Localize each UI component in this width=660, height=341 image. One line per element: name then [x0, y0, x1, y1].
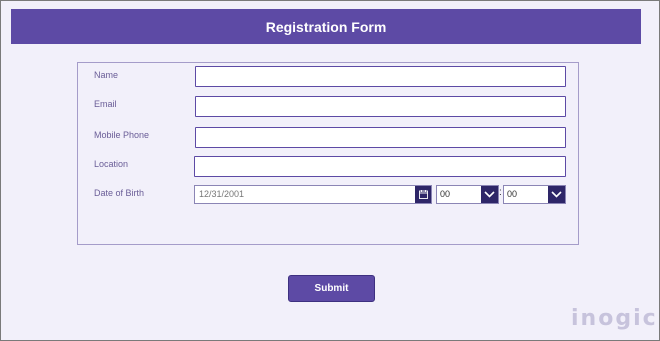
hour-select[interactable]: 00 [436, 185, 499, 204]
submit-button[interactable]: Submit [288, 275, 375, 302]
hour-value: 00 [440, 189, 451, 199]
mobile-phone-field[interactable] [195, 127, 566, 148]
location-label: Location [94, 159, 129, 169]
date-of-birth-input[interactable]: 12/31/2001 [194, 185, 432, 204]
minute-dropdown-button[interactable] [548, 186, 565, 203]
location-field[interactable] [194, 156, 566, 177]
date-of-birth-label: Date of Birth [94, 188, 145, 198]
minute-select[interactable]: 00 [503, 185, 566, 204]
date-value: 12/31/2001 [199, 189, 245, 199]
calendar-button[interactable] [415, 186, 431, 203]
minute-value: 00 [507, 189, 518, 199]
inogic-logo: inogic [571, 306, 658, 331]
time-separator: : [499, 187, 502, 198]
email-label: Email [94, 99, 117, 109]
page-title: Registration Form [265, 18, 387, 35]
hour-dropdown-button[interactable] [481, 186, 498, 203]
mobile-phone-label: Mobile Phone [94, 130, 150, 140]
calendar-icon [418, 190, 428, 199]
email-field[interactable] [195, 96, 566, 117]
form-header: Registration Form [11, 9, 641, 44]
chevron-down-icon [484, 191, 495, 198]
form-container [77, 62, 579, 245]
name-label: Name [94, 70, 119, 80]
chevron-down-icon [551, 191, 562, 198]
name-field[interactable] [195, 66, 566, 87]
